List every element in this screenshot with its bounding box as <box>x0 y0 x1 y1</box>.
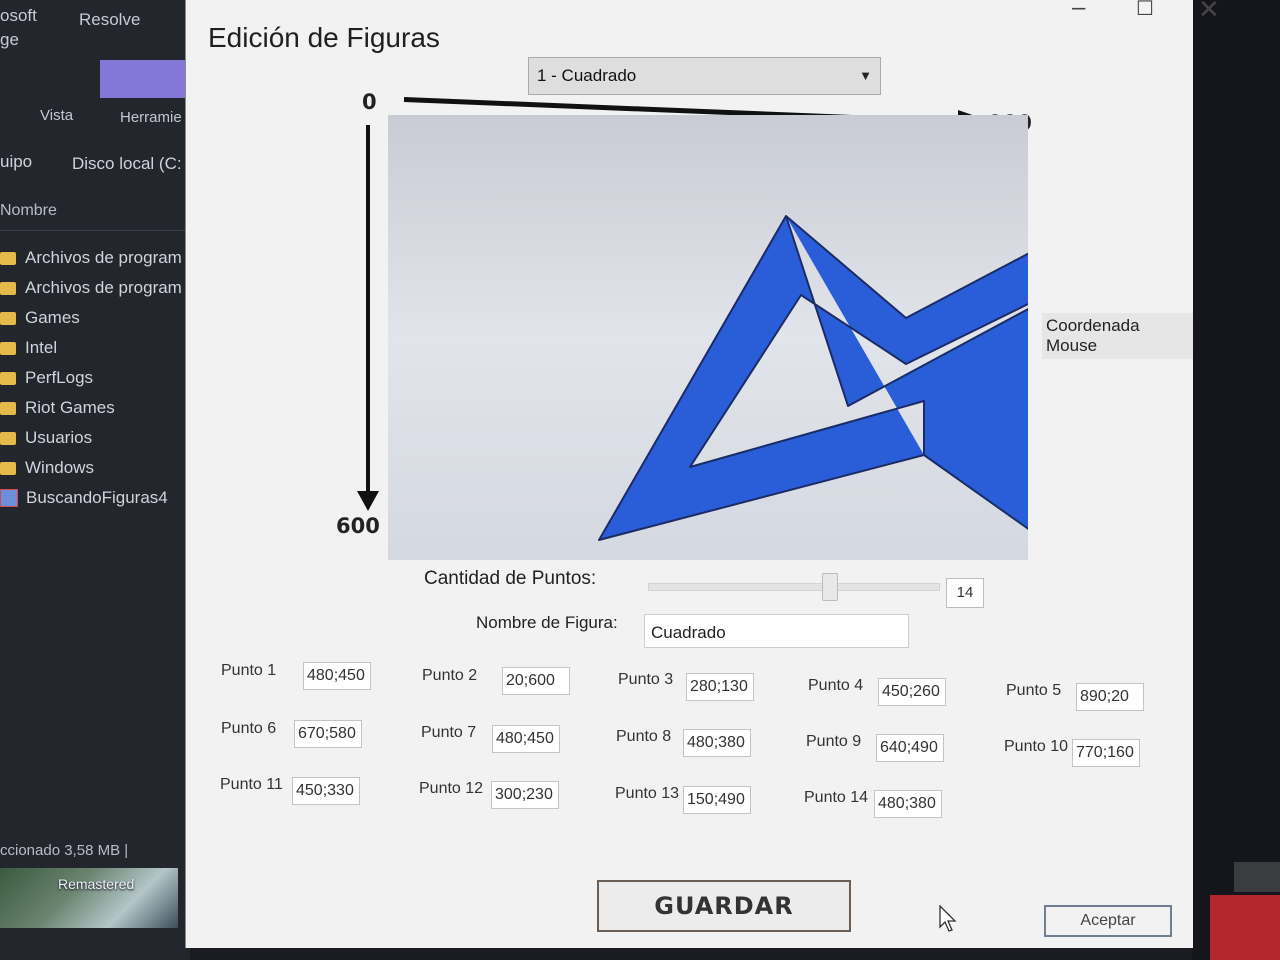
background-image-fragment <box>1210 895 1280 960</box>
point-10-label: Punto 10 <box>1004 738 1069 755</box>
background-desktop-right <box>1192 0 1280 960</box>
save-button[interactable]: GUARDAR <box>597 880 851 932</box>
point-5-field[interactable]: 890;20 <box>1076 683 1144 711</box>
folder-icon <box>0 311 16 325</box>
y-axis-arrow <box>366 125 370 497</box>
list-item[interactable]: Archivos de program <box>0 273 182 303</box>
y-axis-arrowhead <box>357 491 379 511</box>
point-9-label: Punto 9 <box>806 733 862 750</box>
point-2-label: Punto 2 <box>422 667 478 684</box>
list-item[interactable]: Intel <box>0 333 182 363</box>
point-5-label: Punto 5 <box>1006 682 1062 699</box>
folder-icon <box>0 431 16 445</box>
dialog-title: Edición de Figuras <box>208 22 440 53</box>
file-list: Archivos de program Archivos de program … <box>0 243 182 513</box>
breadcrumb-local-disk[interactable]: Disco local (C: <box>72 154 182 174</box>
status-bar-text: ccionado 3,58 MB | <box>0 842 129 859</box>
points-count-label: Cantidad de Puntos: <box>424 568 597 589</box>
figure-select[interactable]: 1 - Cuadrado ▼ <box>528 57 881 95</box>
points-count-value: 14 <box>946 578 984 608</box>
chevron-down-icon: ▼ <box>859 68 872 83</box>
list-item[interactable]: Windows <box>0 453 182 483</box>
close-icon[interactable]: ✕ <box>1198 0 1220 25</box>
explorer-title-fragment: osoft <box>0 6 37 25</box>
list-item[interactable]: Usuarios <box>0 423 182 453</box>
point-1-label: Punto 1 <box>221 662 277 679</box>
point-4-field[interactable]: 450;260 <box>878 678 946 706</box>
ribbon-tab-tools[interactable]: Herramie <box>120 109 182 126</box>
point-8-label: Punto 8 <box>616 728 672 745</box>
explorer-highlight-block <box>100 60 186 98</box>
point-3-label: Punto 3 <box>618 671 674 688</box>
mouse-cursor-icon <box>939 905 957 932</box>
folder-icon <box>0 341 16 355</box>
folder-icon <box>0 401 16 415</box>
point-13-field[interactable]: 150;490 <box>683 786 751 814</box>
list-item[interactable]: Riot Games <box>0 393 182 423</box>
point-13-label: Punto 13 <box>615 785 680 802</box>
explorer-tab-resolve[interactable]: Resolve <box>79 10 140 30</box>
maximize-icon[interactable]: ☐ <box>1136 0 1154 21</box>
figure-select-value: 1 - Cuadrado <box>537 66 637 85</box>
point-6-label: Punto 6 <box>221 720 277 737</box>
point-1-field[interactable]: 480;450 <box>303 662 371 690</box>
breadcrumb-equipo[interactable]: uipo <box>0 152 32 172</box>
point-8-field[interactable]: 480;380 <box>683 729 751 757</box>
figure-name-label: Nombre de Figura: <box>476 613 618 632</box>
point-4-label: Punto 4 <box>808 677 864 694</box>
point-7-label: Punto 7 <box>421 724 477 741</box>
axis-origin-label: 0 <box>362 90 377 114</box>
thumbnail-caption: Remastered <box>58 876 135 892</box>
column-header-name[interactable]: Nombre <box>0 202 57 220</box>
point-14-label: Punto 14 <box>804 789 869 806</box>
application-icon <box>0 489 18 507</box>
mouse-coordinate-label: Coordenada Mouse <box>1042 313 1193 359</box>
file-explorer-window: osoft ge Resolve Vista Herramie uipo Dis… <box>0 0 190 960</box>
explorer-title-fragment-2: ge <box>0 30 19 49</box>
point-2-field[interactable]: 20;600 <box>502 667 570 695</box>
point-10-field[interactable]: 770;160 <box>1072 739 1140 767</box>
axis-y-max-label: 600 <box>336 514 380 538</box>
list-item[interactable]: Archivos de program <box>0 243 182 273</box>
point-6-field[interactable]: 670;580 <box>294 720 362 748</box>
points-count-slider-thumb[interactable] <box>822 573 838 601</box>
accept-button[interactable]: Aceptar <box>1044 905 1172 937</box>
point-7-field[interactable]: 480;450 <box>492 725 560 753</box>
point-3-field[interactable]: 280;130 <box>686 673 754 701</box>
folder-icon <box>0 461 16 475</box>
point-11-field[interactable]: 450;330 <box>292 777 360 805</box>
folder-icon <box>0 371 16 385</box>
point-12-field[interactable]: 300;230 <box>491 781 559 809</box>
ribbon-tab-view[interactable]: Vista <box>40 107 73 124</box>
folder-icon <box>0 281 16 295</box>
list-item[interactable]: PerfLogs <box>0 363 182 393</box>
point-11-label: Punto 11 <box>220 776 283 793</box>
figure-name-field[interactable]: Cuadrado <box>644 614 909 648</box>
list-item[interactable]: Games <box>0 303 182 333</box>
minimize-icon[interactable]: – <box>1072 0 1085 22</box>
drawing-canvas[interactable] <box>388 115 1028 560</box>
background-window-fragment <box>1234 862 1280 892</box>
point-14-field[interactable]: 480;380 <box>874 790 942 818</box>
list-item[interactable]: BuscandoFiguras4 <box>0 483 182 513</box>
figure-editor-dialog: Edición de Figuras – ☐ ✕ 1 - Cuadrado ▼ … <box>185 0 1220 948</box>
point-9-field[interactable]: 640;490 <box>876 734 944 762</box>
point-12-label: Punto 12 <box>419 780 484 797</box>
header-divider <box>0 230 190 231</box>
folder-icon <box>0 251 16 265</box>
points-count-slider[interactable] <box>648 583 940 591</box>
